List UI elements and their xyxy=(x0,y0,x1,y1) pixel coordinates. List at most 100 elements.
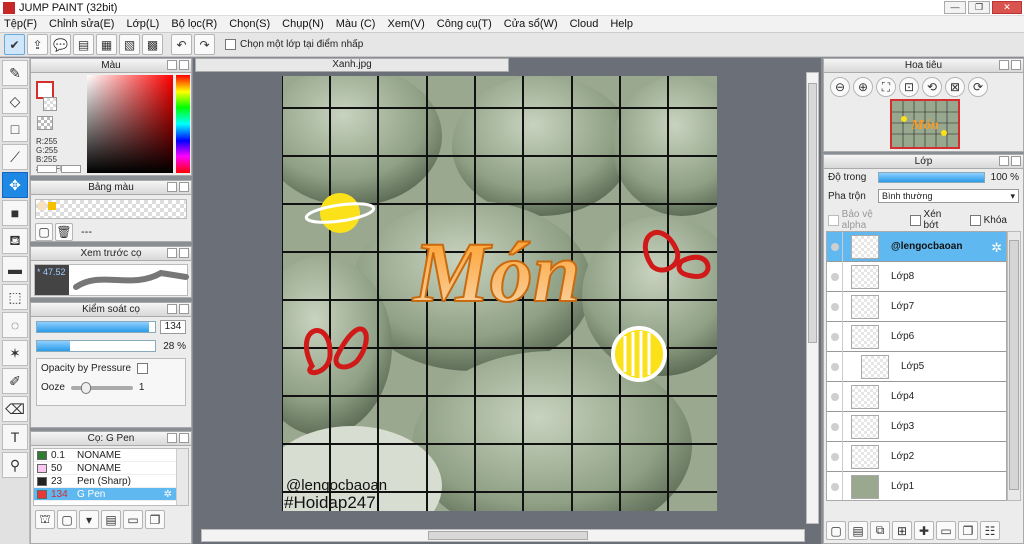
export-icon[interactable]: ⇪ xyxy=(27,34,48,55)
brush-item-selected[interactable]: 134 G Pen ✲ xyxy=(34,488,188,501)
layer-visibility-icon[interactable] xyxy=(827,381,843,412)
select-layer-checkbox[interactable] xyxy=(225,39,236,50)
panel-float-icon[interactable] xyxy=(167,248,177,258)
navigator-thumbnail[interactable]: Món xyxy=(890,99,960,149)
canvas-horizontal-scrollbar[interactable] xyxy=(201,529,805,542)
menu-cloud[interactable]: Cloud xyxy=(570,18,599,30)
redo-icon[interactable]: ↷ xyxy=(194,34,215,55)
layer-row[interactable]: Lớp2 xyxy=(827,441,1006,472)
panel-float-icon[interactable] xyxy=(167,304,177,314)
maximize-button[interactable]: ❐ xyxy=(968,1,990,14)
line-tool-icon[interactable]: ⟋ xyxy=(2,144,28,170)
panel-float-icon[interactable] xyxy=(167,60,177,70)
layer-settings-icon[interactable]: ☷ xyxy=(980,521,1000,540)
panel-close-icon[interactable] xyxy=(179,248,189,258)
panel-float-icon[interactable] xyxy=(999,60,1009,70)
layer-row[interactable]: Lớp7 xyxy=(827,291,1006,322)
brush-item[interactable]: 0.1 NONAME xyxy=(34,449,188,462)
panel-close-icon[interactable] xyxy=(1011,60,1021,70)
document-icon[interactable]: ▦ xyxy=(96,34,117,55)
check-icon[interactable]: ✔ xyxy=(4,34,25,55)
select-layer-on-click[interactable]: Chọn một lớp tại điểm nhấp xyxy=(225,39,363,50)
reset-rotation-icon[interactable]: ⊠ xyxy=(945,77,965,97)
transparent-color-icon[interactable] xyxy=(37,116,53,130)
document-tab[interactable]: Xanh.jpg xyxy=(195,58,509,72)
select-pen-tool-icon[interactable]: ✐ xyxy=(2,368,28,394)
brush-size-input[interactable]: 134 xyxy=(160,320,186,334)
menu-filter[interactable]: Bộ lọc(R) xyxy=(171,18,217,30)
panel-close-icon[interactable] xyxy=(179,304,189,314)
panel-close-icon[interactable] xyxy=(179,182,189,192)
clip-checkbox[interactable] xyxy=(909,214,921,226)
add-layer-menu-icon[interactable]: ✚ xyxy=(914,521,934,540)
brush-tool-icon[interactable]: ✎ xyxy=(2,60,28,86)
new-layer-icon[interactable]: ▢ xyxy=(826,521,846,540)
ooze-slider-knob[interactable] xyxy=(80,381,91,394)
swatch-grid[interactable] xyxy=(35,199,187,219)
layer-visibility-icon[interactable] xyxy=(827,232,843,262)
actual-size-icon[interactable]: ⊡ xyxy=(899,77,919,97)
menu-help[interactable]: Help xyxy=(610,18,633,30)
layer-row[interactable]: Lớp6 xyxy=(827,321,1006,352)
rectangle-tool-icon[interactable]: □ xyxy=(2,116,28,142)
brush-list-scrollbar[interactable] xyxy=(176,449,188,505)
canvas-vertical-scroll-thumb[interactable] xyxy=(808,83,817,343)
delete-swatch-icon[interactable]: 🗑 xyxy=(55,223,73,241)
layer-settings-gear-icon[interactable]: ✲ xyxy=(991,240,1002,256)
gradient-tool-icon[interactable]: ▬ xyxy=(2,256,28,282)
swatch-cream[interactable] xyxy=(38,202,46,210)
lasso-tool-icon[interactable]: ◌ xyxy=(2,312,28,338)
layers-scroll-thumb[interactable] xyxy=(1009,240,1019,490)
saturation-value-picker[interactable] xyxy=(87,75,173,173)
panel-float-icon[interactable] xyxy=(999,156,1009,166)
minimize-button[interactable]: — xyxy=(944,1,966,14)
marquee-tool-icon[interactable]: ⬚ xyxy=(2,284,28,310)
layer-row[interactable]: @lengocbaoan ✲ xyxy=(827,232,1006,262)
bucket-tool-icon[interactable]: ⛾ xyxy=(2,228,28,254)
layer-visibility-icon[interactable] xyxy=(827,441,843,472)
layer-visibility-icon[interactable] xyxy=(827,321,843,352)
layers-scrollbar[interactable] xyxy=(1007,231,1021,501)
hue-slider[interactable] xyxy=(176,75,190,173)
opacity-pressure-checkbox[interactable] xyxy=(137,363,149,374)
brush-item[interactable]: 23 Pen (Sharp) xyxy=(34,475,188,488)
menu-select[interactable]: Chọn(S) xyxy=(229,18,270,30)
layer-opacity-slider[interactable] xyxy=(878,172,985,183)
menu-file[interactable]: Tệp(F) xyxy=(4,18,37,30)
text-tool-icon[interactable]: T xyxy=(2,424,28,450)
brush-copy-icon[interactable]: ▤ xyxy=(101,510,121,529)
brush-menu-icon[interactable]: ▾ xyxy=(79,510,99,529)
brush-duplicate-icon[interactable]: ❐ xyxy=(145,510,165,529)
brush-add-icon[interactable]: ⛫ xyxy=(35,510,55,529)
fit-window-icon[interactable]: ⛶ xyxy=(876,77,896,97)
menu-edit[interactable]: Chỉnh sửa(E) xyxy=(49,18,114,30)
magic-wand-tool-icon[interactable]: ✶ xyxy=(2,340,28,366)
duplicate-layer-icon[interactable]: ⧉ xyxy=(870,521,890,540)
panel-close-icon[interactable] xyxy=(179,433,189,443)
brush-folder-icon[interactable]: ▭ xyxy=(123,510,143,529)
color-reset-button[interactable] xyxy=(61,165,81,173)
protect-alpha-option[interactable]: Bảo vệ alpha xyxy=(828,209,898,231)
menu-layer[interactable]: Lớp(L) xyxy=(126,18,159,30)
eraser-tool-icon[interactable]: ◇ xyxy=(2,88,28,114)
menu-capture[interactable]: Chụp(N) xyxy=(282,18,324,30)
brush-settings-gear-icon[interactable]: ✲ xyxy=(164,489,172,500)
page-icon[interactable]: ▧ xyxy=(119,34,140,55)
menu-window[interactable]: Cửa sổ(W) xyxy=(504,18,558,30)
panel-close-icon[interactable] xyxy=(179,60,189,70)
layer-row[interactable]: Lớp8 xyxy=(827,261,1006,292)
layer-visibility-icon[interactable] xyxy=(827,261,843,292)
protect-alpha-checkbox[interactable] xyxy=(828,214,839,226)
artboard[interactable]: Món @lengocbaoan #Hoidap247 xyxy=(282,76,717,511)
lock-checkbox[interactable] xyxy=(969,214,981,226)
layer-visibility-icon[interactable] xyxy=(827,411,843,442)
canvas-horizontal-scroll-thumb[interactable] xyxy=(428,531,588,540)
merge-layer-icon[interactable]: ⊞ xyxy=(892,521,912,540)
grid-icon[interactable]: ▩ xyxy=(142,34,163,55)
background-color-swatch[interactable] xyxy=(43,97,57,111)
menu-tools[interactable]: Công cụ(T) xyxy=(437,18,492,30)
brush-size-slider[interactable] xyxy=(36,321,156,333)
layer-visibility-icon[interactable] xyxy=(827,291,843,322)
menu-view[interactable]: Xem(V) xyxy=(387,18,424,30)
eyedropper-tool-icon[interactable]: ⚲ xyxy=(2,452,28,478)
